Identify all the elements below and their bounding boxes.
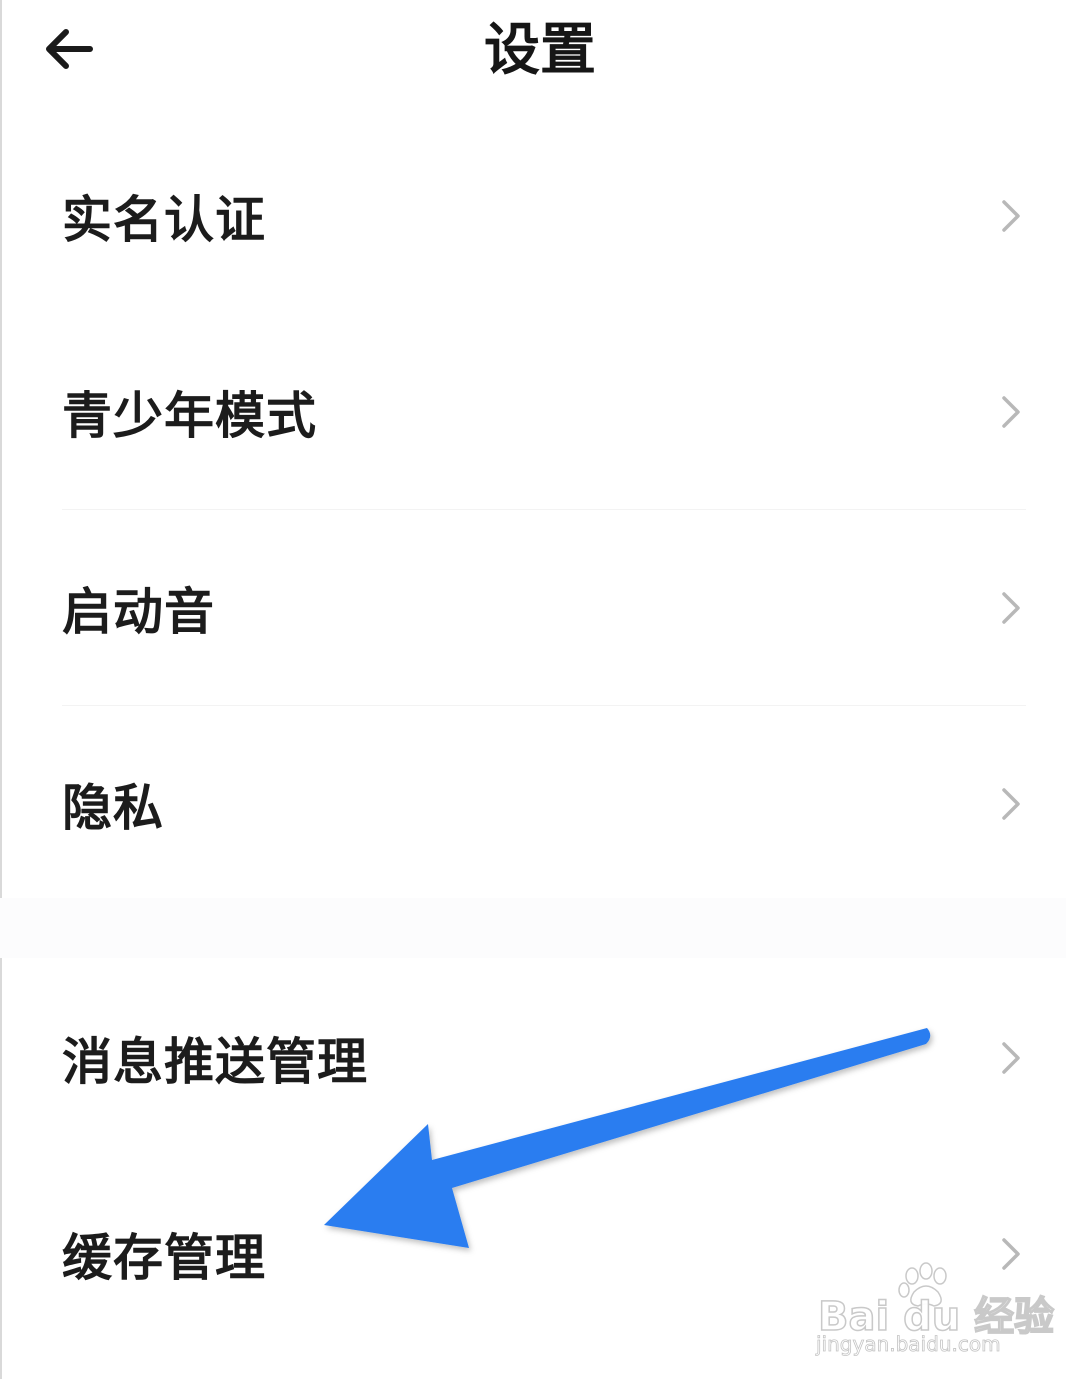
chevron-right-icon [1002,1042,1020,1074]
settings-item-label: 实名认证 [62,191,266,249]
header-bar: 设置 [0,0,1066,110]
settings-item-label: 缓存管理 [62,1229,266,1287]
settings-item-cache-management[interactable]: 缓存管理 [0,1156,1066,1352]
chevron-right-icon [1002,200,1020,232]
settings-screen: 设置 实名认证 青少年模式 启动音 隐私 消息推送管理 缓存管理 Bai du … [0,0,1066,1379]
settings-item-youth-mode[interactable]: 青少年模式 [0,314,1066,510]
settings-item-startup-sound[interactable]: 启动音 [0,510,1066,706]
settings-item-label: 消息推送管理 [62,1033,368,1091]
chevron-right-icon [1002,396,1020,428]
settings-item-push-notification-management[interactable]: 消息推送管理 [0,960,1066,1156]
settings-item-privacy[interactable]: 隐私 [0,706,1066,902]
page-title: 设置 [484,18,596,83]
settings-item-label: 隐私 [62,779,164,837]
settings-item-label: 启动音 [62,583,215,641]
chevron-right-icon [1002,788,1020,820]
chevron-right-icon [1002,592,1020,624]
settings-item-real-name-verification[interactable]: 实名认证 [0,118,1066,314]
chevron-right-icon [1002,1238,1020,1270]
settings-item-label: 青少年模式 [62,387,317,445]
section-separator [0,898,1066,958]
